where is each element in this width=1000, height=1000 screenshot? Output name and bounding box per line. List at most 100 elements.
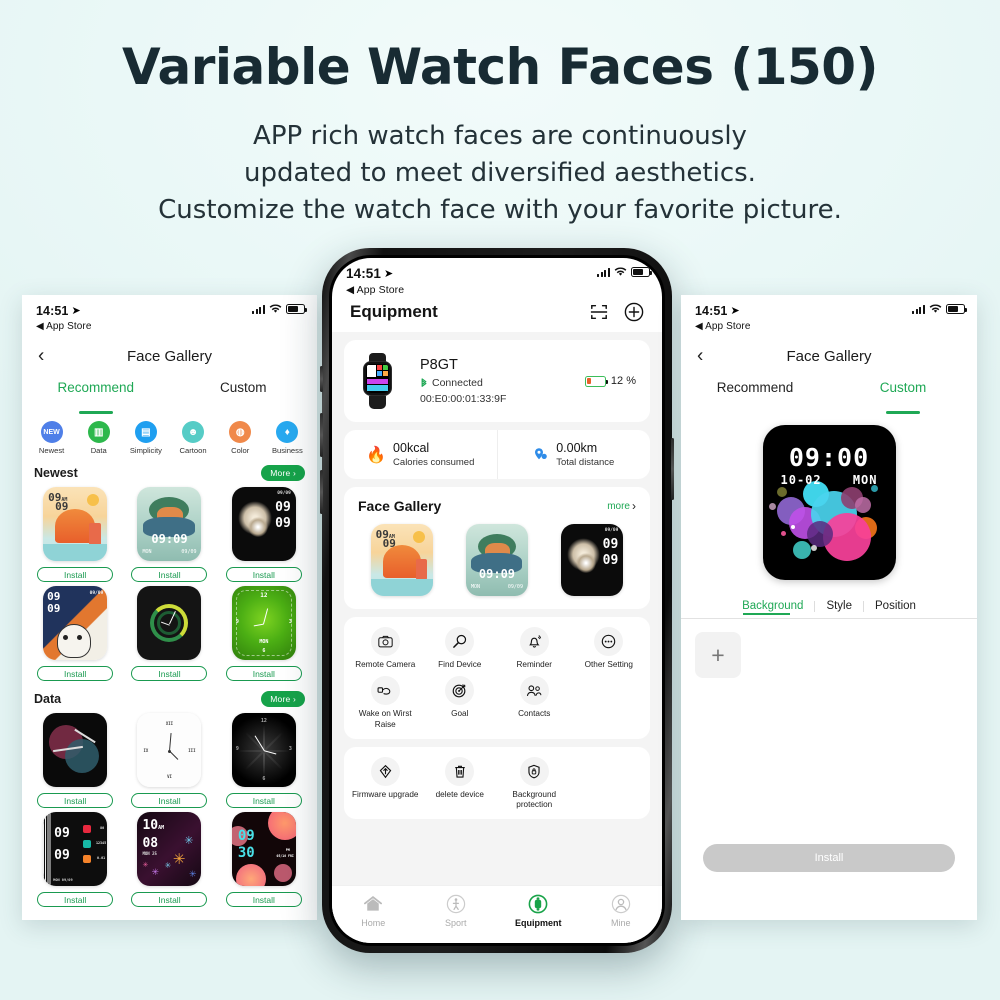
- black-starburst-analog-face[interactable]: 12 9 3 6: [231, 713, 296, 787]
- watch-face-item[interactable]: 09:09 MON 09/09 Install: [122, 487, 216, 582]
- watch-face-item[interactable]: 09 09 09/09 Install: [28, 586, 122, 681]
- install-button[interactable]: Install: [131, 892, 208, 907]
- category-label: Cartoon: [179, 446, 207, 455]
- function-find-device[interactable]: Find Device: [423, 627, 498, 670]
- maintenance-empty-slot: [572, 757, 647, 811]
- install-button[interactable]: Install: [131, 793, 208, 808]
- category-cartoon[interactable]: ☻ Cartoon: [171, 421, 215, 455]
- status-bar-right: 14:51 ➤ ◀ App Store: [681, 295, 977, 335]
- volume-down-button[interactable]: [320, 470, 323, 514]
- power-button[interactable]: [671, 438, 674, 500]
- status-time: 14:51: [346, 266, 382, 281]
- install-button[interactable]: Install: [225, 567, 302, 582]
- install-button[interactable]: Install: [37, 892, 114, 907]
- tab-custom[interactable]: Custom: [829, 377, 977, 411]
- trash-icon: [445, 756, 475, 786]
- status-time: 14:51: [695, 304, 728, 318]
- install-button[interactable]: Install: [225, 666, 302, 681]
- data-metrics-face[interactable]: 09 09 MON 09/09 80 12345 0.01: [43, 812, 108, 886]
- green-dial-rings-face[interactable]: [137, 586, 202, 660]
- category-business[interactable]: ♦ Business: [265, 421, 309, 455]
- scan-frame-icon[interactable]: [590, 303, 608, 321]
- install-button[interactable]: Install: [131, 666, 208, 681]
- status-indicators: [912, 304, 968, 314]
- back-to-app-store[interactable]: ◀ App Store: [695, 321, 965, 332]
- chevron-left-icon[interactable]: ‹: [697, 347, 703, 366]
- plus-circle-icon[interactable]: [624, 302, 644, 322]
- stat-calories[interactable]: 🔥 00kcal Calories consumed: [344, 430, 497, 479]
- white-roman-analog-face[interactable]: XII IX III VI: [137, 713, 202, 787]
- flowers-purple-face[interactable]: 10AM 08 MON 25 ✳ ✳ ✳ ✳ ✳ ✳: [137, 812, 202, 886]
- deer-landscape-face[interactable]: 09:09 MON 09/09: [465, 524, 528, 596]
- install-button[interactable]: Install: [37, 666, 114, 681]
- tab-recommend[interactable]: Recommend: [22, 377, 170, 411]
- deer-landscape-face[interactable]: 09:09 MON 09/09: [137, 487, 202, 561]
- white-flowers-face[interactable]: 09/09 09 09: [231, 487, 296, 561]
- watch-face-item[interactable]: 09 09 MON 09/09 80 12345 0.01 Install: [28, 812, 122, 907]
- function-delete-device[interactable]: delete device: [423, 756, 498, 811]
- circles-analog-face[interactable]: [43, 713, 108, 787]
- stat-distance[interactable]: 0.00km Total distance: [496, 430, 651, 479]
- category-simplicity[interactable]: ▤ Simplicity: [124, 421, 168, 455]
- left-phone-screenshot: 14:51 ➤ ◀ App Store ‹ Face Gallery Recomm…: [22, 295, 317, 920]
- neon-bubbles-face[interactable]: 09 30 PM 05/10 FRI: [231, 812, 296, 886]
- mute-switch[interactable]: [320, 366, 323, 392]
- function-firmware-upgrade[interactable]: Firmware upgrade: [348, 756, 423, 811]
- function-goal[interactable]: Goal: [423, 676, 498, 730]
- custom-bubbles-face[interactable]: 09:00 10-02 MON: [762, 425, 896, 580]
- install-button-disabled[interactable]: Install: [703, 844, 955, 872]
- face-gallery-more-button[interactable]: more ›: [607, 499, 636, 513]
- tab-home[interactable]: Home: [332, 893, 415, 943]
- category-data[interactable]: ▥ Data: [77, 421, 121, 455]
- watch-face-item[interactable]: 12 9 3 6 Install: [217, 713, 311, 808]
- white-flowers-face[interactable]: 09/09 09 09: [561, 524, 624, 596]
- function-other-setting[interactable]: Other Setting: [572, 627, 647, 670]
- add-background-tile[interactable]: +: [695, 632, 741, 678]
- function-remote-camera[interactable]: Remote Camera: [348, 627, 423, 670]
- watch-face-item[interactable]: 09 30 PM 05/10 FRI Install: [217, 812, 311, 907]
- more-button-data[interactable]: More ›: [261, 691, 305, 707]
- watch-face-item[interactable]: Install: [122, 586, 216, 681]
- install-button[interactable]: Install: [131, 567, 208, 582]
- function-contacts[interactable]: Contacts: [497, 676, 572, 730]
- sunset-mountain-face[interactable]: 09AM 09: [370, 524, 433, 596]
- green-analog-face[interactable]: 12 9 3 6 MON: [231, 586, 296, 660]
- tab-sport[interactable]: Sport: [415, 893, 498, 943]
- watch-face-item[interactable]: XII IX III VI Install: [122, 713, 216, 808]
- category-newest[interactable]: NEW Newest: [30, 421, 74, 455]
- watch-face-item[interactable]: 10AM 08 MON 25 ✳ ✳ ✳ ✳ ✳ ✳ Install: [122, 812, 216, 907]
- watch-face-item[interactable]: 09/09 09 09 Install: [217, 487, 311, 582]
- more-button-newest[interactable]: More ›: [261, 465, 305, 481]
- function-reminder[interactable]: Reminder: [497, 627, 572, 670]
- watch-face-item[interactable]: 12 9 3 6 MON Install: [217, 586, 311, 681]
- function-label: Wake on Wirst Raise: [358, 709, 412, 729]
- install-button[interactable]: Install: [225, 892, 302, 907]
- tab-equipment[interactable]: Equipment: [497, 893, 580, 943]
- back-to-app-store[interactable]: ◀ App Store: [36, 321, 305, 332]
- stat-value: 00kcal: [393, 441, 430, 455]
- back-to-app-store[interactable]: ◀ App Store: [346, 284, 650, 296]
- tab-label: Equipment: [515, 918, 562, 928]
- device-card[interactable]: P8GT Connected 00:E0:00:01:33:9F 12 %: [344, 340, 650, 422]
- tab-mine[interactable]: Mine: [580, 893, 663, 943]
- tab-custom[interactable]: Custom: [170, 377, 318, 411]
- dog-navy-orange-face[interactable]: 09 09 09/09: [43, 586, 108, 660]
- volume-up-button[interactable]: [320, 413, 323, 457]
- function-background-protection[interactable]: Background protection: [497, 756, 572, 811]
- watch-face-item[interactable]: 09AM 09 Install: [28, 487, 122, 582]
- sunset-mountain-face[interactable]: 09AM 09: [43, 487, 108, 561]
- chevron-left-icon[interactable]: ‹: [38, 347, 44, 366]
- watch-face-item[interactable]: Install: [28, 713, 122, 808]
- equipment-content[interactable]: P8GT Connected 00:E0:00:01:33:9F 12 % 🔥 …: [332, 332, 662, 899]
- install-button[interactable]: Install: [37, 793, 114, 808]
- function-wake-on-wrist-raise[interactable]: Wake on Wirst Raise: [348, 676, 423, 730]
- subtab-style[interactable]: Style: [815, 600, 863, 612]
- category-color[interactable]: ◍ Color: [218, 421, 262, 455]
- tab-recommend[interactable]: Recommend: [681, 377, 829, 411]
- stat-label: Calories consumed: [393, 457, 475, 468]
- install-button[interactable]: Install: [225, 793, 302, 808]
- install-button[interactable]: Install: [37, 567, 114, 582]
- function-label: delete device: [435, 789, 484, 799]
- subtab-background[interactable]: Background: [731, 600, 814, 615]
- subtab-position[interactable]: Position: [864, 600, 927, 612]
